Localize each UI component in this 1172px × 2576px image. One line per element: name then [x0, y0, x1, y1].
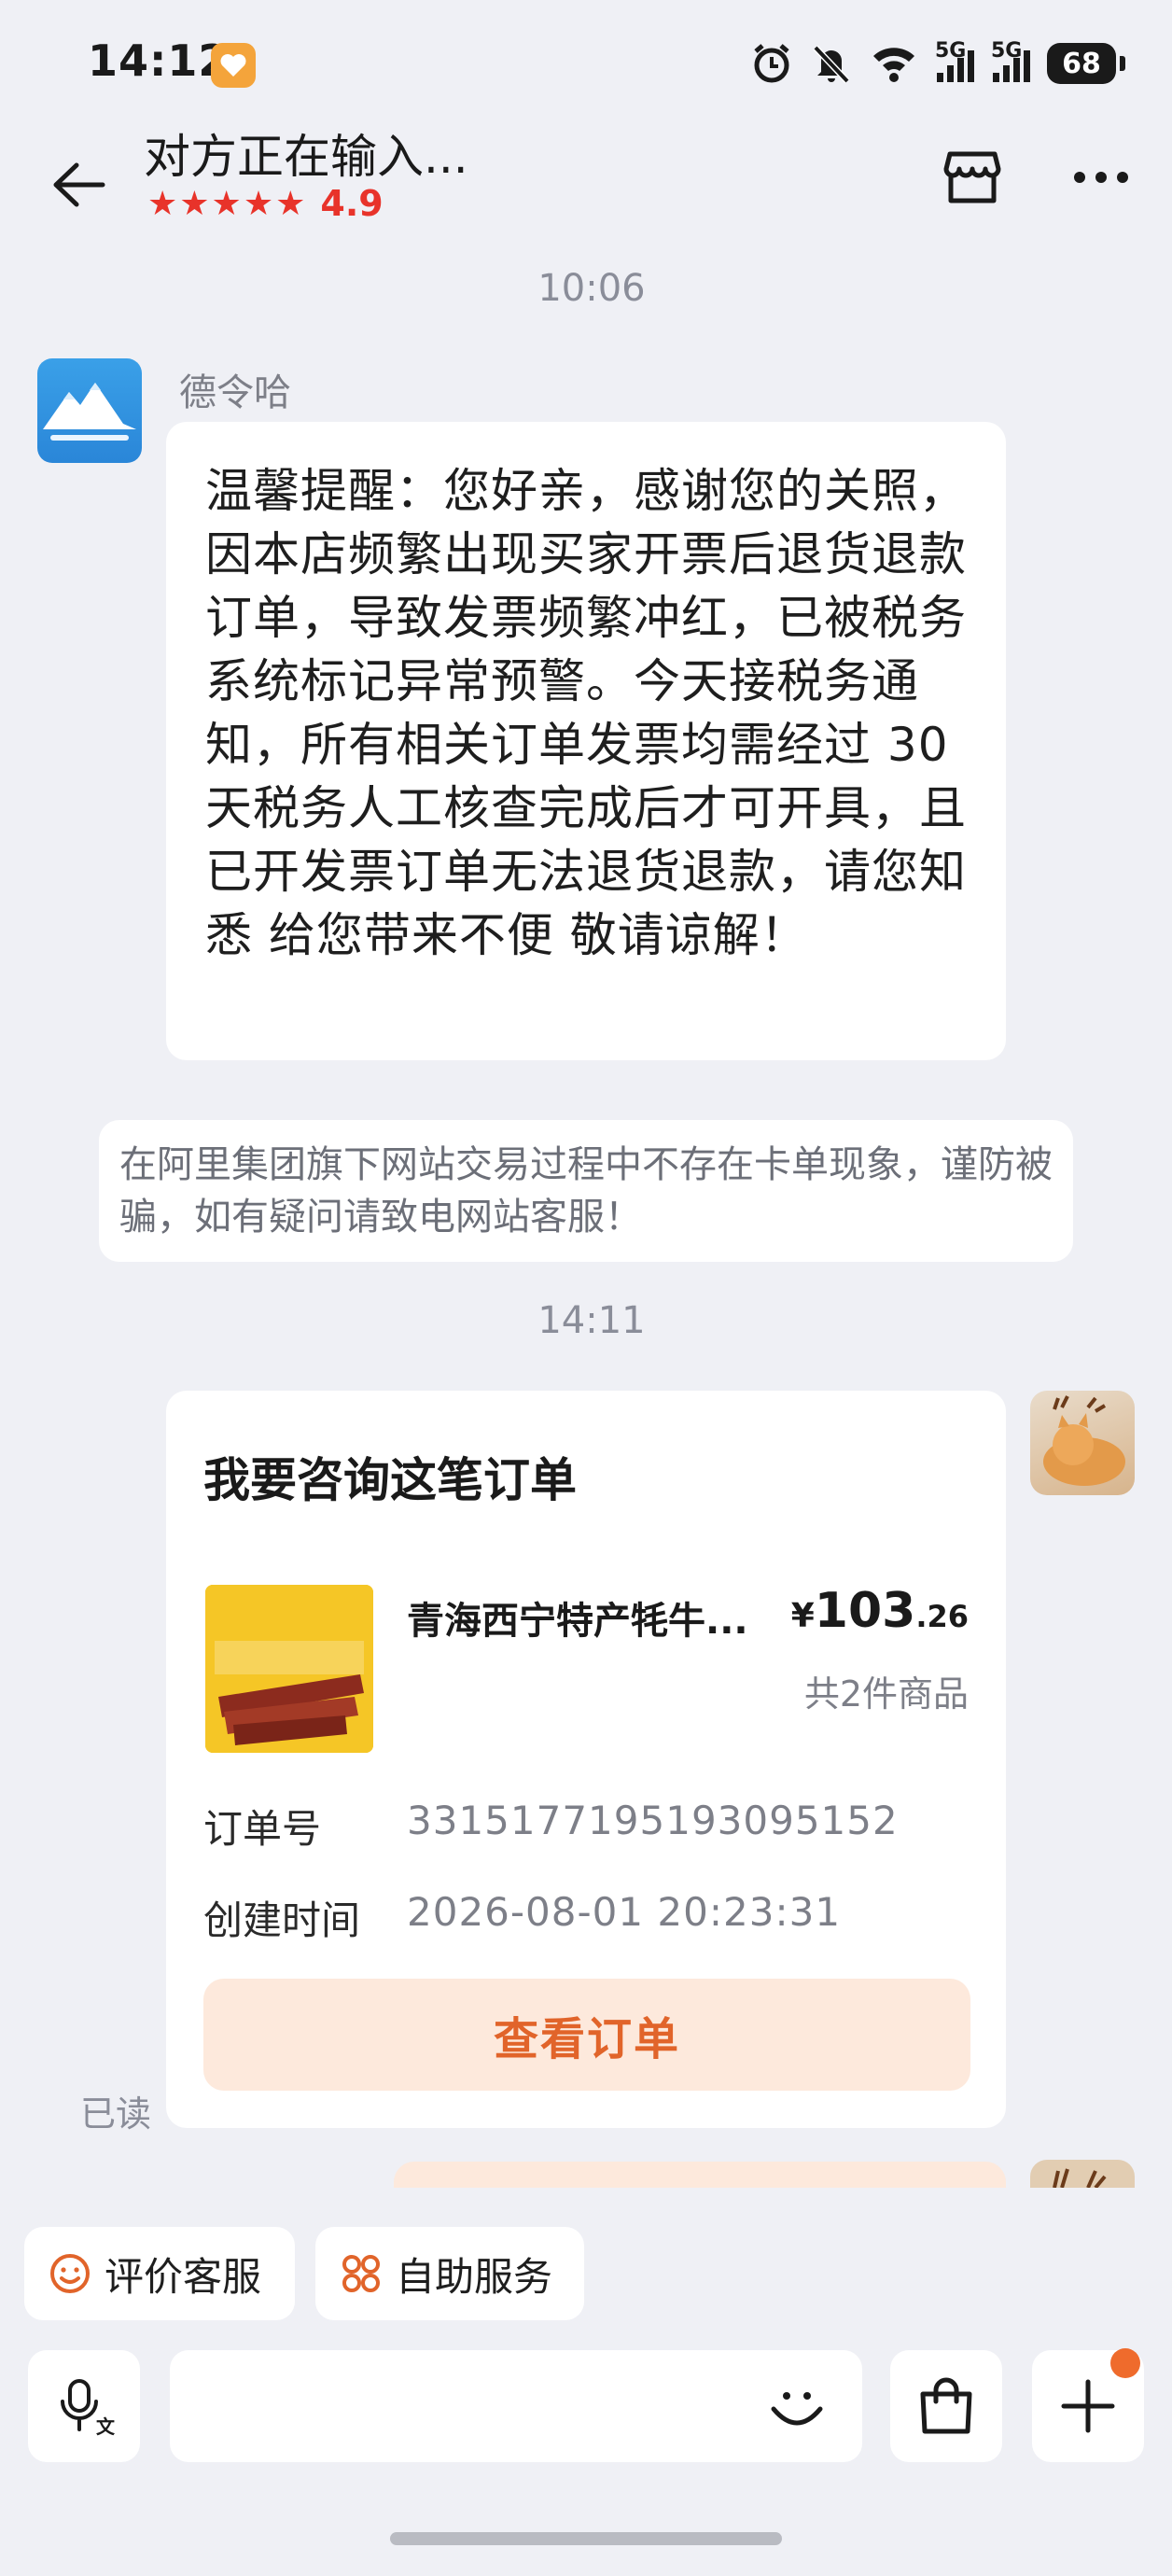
plus-icon [1061, 2379, 1115, 2433]
item-count: 共2件商品 [803, 1673, 969, 1715]
emoji-icon [771, 2392, 823, 2426]
store-icon [943, 151, 1001, 203]
notification-dot [1110, 2348, 1140, 2378]
back-arrow-icon [53, 162, 105, 207]
rating-stars: ★★★★★ [147, 184, 308, 223]
grid-icon [342, 2255, 380, 2292]
store-button[interactable] [937, 142, 1008, 213]
shopping-bag-icon [920, 2377, 972, 2434]
more-options-button[interactable] [1064, 149, 1138, 205]
microphone-icon: 文 [61, 2379, 115, 2437]
product-price: ¥103.26 [790, 1583, 969, 1639]
smiley-icon [50, 2254, 90, 2293]
read-status: 已读 [80, 2093, 152, 2135]
user-avatar[interactable] [1030, 2160, 1135, 2188]
status-time: 14:12 [88, 35, 230, 86]
user-avatar[interactable] [1030, 1391, 1135, 1495]
created-time-label: 创建时间 [203, 1897, 361, 1943]
order-number-label: 订单号 [203, 1806, 322, 1852]
view-order-button[interactable]: 查看订单 [203, 1979, 970, 2091]
shop-avatar[interactable] [37, 358, 142, 463]
system-notice: 在阿里集团旗下网站交易过程中不存在卡单现象，谨防被骗，如有疑问请致电网站客服！ [99, 1120, 1073, 1262]
message-bubble[interactable]: 温馨提醒：您好亲，感谢您的关照，因本店频繁出现买家开票后退货退款订单，导致发票频… [166, 422, 1006, 1060]
products-button[interactable] [890, 2350, 1002, 2462]
battery-indicator: 68 [1047, 43, 1125, 84]
mountain-logo-icon [43, 383, 136, 441]
heart-app-icon [211, 43, 256, 88]
order-card[interactable]: 我要咨询这笔订单 青海西宁特产牦牛... ¥103.26 共2件商品 订单号 3… [166, 1391, 1006, 2128]
product-name: 青海西宁特产牦牛... [407, 1600, 748, 1643]
rate-service-label: 评价客服 [105, 2253, 262, 2300]
chat-title: 对方正在输入... [144, 130, 468, 184]
order-number: 3315177195193095152 [407, 1798, 899, 1843]
wifi-icon [873, 48, 914, 82]
home-indicator[interactable] [390, 2532, 782, 2545]
chat-timestamp: 10:06 [537, 267, 646, 310]
sender-name: 德令哈 [179, 371, 291, 414]
svg-text:文: 文 [96, 2415, 115, 2437]
voice-input-button[interactable]: 文 [28, 2350, 140, 2462]
shop-rating: ★★★★★ 4.9 [147, 183, 384, 224]
mute-bell-icon [813, 45, 850, 84]
alarm-icon [754, 44, 789, 83]
created-time: 2026-08-01 20:23:31 [407, 1889, 842, 1935]
back-button[interactable] [41, 147, 116, 222]
rate-service-button[interactable]: 评价客服 [24, 2227, 295, 2320]
product-image[interactable] [205, 1585, 373, 1753]
signal-5g-1: 5G [935, 39, 974, 82]
rating-value: 4.9 [320, 183, 384, 224]
self-service-button[interactable]: 自助服务 [315, 2227, 584, 2320]
emoji-button[interactable] [758, 2367, 836, 2445]
self-service-label: 自助服务 [396, 2253, 553, 2300]
more-dots-icon [1074, 172, 1128, 183]
status-icons: 5G 5G 68 [750, 37, 1125, 90]
signal-5g-2: 5G [991, 39, 1030, 82]
chat-timestamp: 14:11 [537, 1299, 646, 1342]
order-card-partial [394, 2162, 1006, 2188]
order-card-title: 我要咨询这笔订单 [203, 1453, 577, 1507]
